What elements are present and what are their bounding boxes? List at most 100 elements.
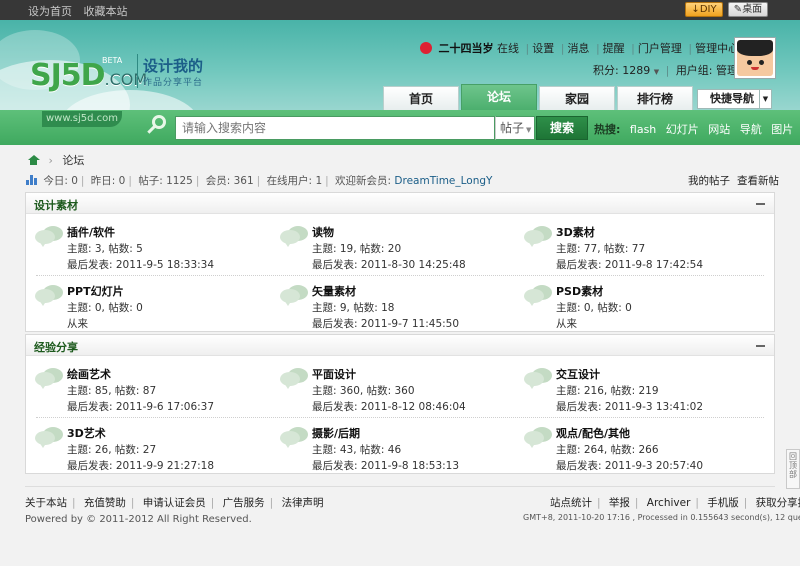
forum-bubble-icon bbox=[35, 226, 65, 250]
user-nav: 二十四当岁 在线 |设置 |消息 |提醒 |门户管理 |管理中心 |退出 bbox=[420, 40, 774, 56]
site-stats-link[interactable]: 站点统计 bbox=[550, 497, 592, 509]
forum-name-link[interactable]: 读物 bbox=[312, 224, 334, 240]
stat-online[interactable]: 在线用户: 1 bbox=[267, 175, 323, 187]
chevron-down-icon[interactable]: ▼ bbox=[654, 68, 659, 76]
home-icon[interactable] bbox=[28, 155, 40, 165]
site-logo[interactable]: SJ5D.COM bbox=[30, 58, 147, 93]
about-link[interactable]: 关于本站 bbox=[25, 497, 67, 509]
forum-name-link[interactable]: 观点/配色/其他 bbox=[556, 425, 630, 441]
forum-bubble-icon bbox=[524, 226, 554, 250]
online-status[interactable]: 在线 bbox=[497, 42, 519, 55]
forum-name-link[interactable]: 3D艺术 bbox=[67, 425, 106, 441]
avatar[interactable] bbox=[734, 37, 776, 79]
forum-name-link[interactable]: 摄影/后期 bbox=[312, 425, 360, 441]
report-link[interactable]: 举报 bbox=[609, 497, 630, 509]
forum-name-link[interactable]: PSD素材 bbox=[556, 283, 603, 299]
reminders-link[interactable]: 提醒 bbox=[603, 42, 625, 55]
site-slogan-sub: 作品分享平台 bbox=[143, 78, 204, 88]
breadcrumb-current[interactable]: 论坛 bbox=[62, 154, 84, 167]
forum-last-post-link[interactable]: 最后发表: 2011-9-7 11:45:50 bbox=[312, 316, 459, 331]
hot-word-link[interactable]: 幻灯片 bbox=[666, 123, 699, 136]
forum-last-post-link[interactable]: 最后发表: 2011-8-30 14:25:48 bbox=[312, 257, 466, 272]
row-divider bbox=[36, 275, 764, 276]
admin-center-link[interactable]: 管理中心 bbox=[695, 42, 739, 55]
forum-name-link[interactable]: 3D素材 bbox=[556, 224, 595, 240]
forum-last-post-text: 从来 bbox=[556, 318, 577, 330]
forum-last-post-link[interactable]: 最后发表: 2011-9-9 21:27:18 bbox=[67, 458, 214, 473]
forum-last-post-link[interactable]: 最后发表: 2011-9-3 13:41:02 bbox=[556, 399, 703, 414]
search-type-select[interactable]: 帖子 ▼ bbox=[495, 116, 535, 140]
forum-name-link[interactable]: 交互设计 bbox=[556, 366, 600, 382]
logo-divider bbox=[137, 54, 138, 88]
forum-last-post-link[interactable]: 最后发表: 2011-9-5 18:33:34 bbox=[67, 257, 214, 272]
user-info: 积分: 1289 ▼ | 用户组: 管理员 bbox=[593, 64, 750, 77]
forum-stats-text: 主题: 9, 帖数: 18 bbox=[312, 302, 395, 314]
footer-divider bbox=[25, 486, 775, 487]
nav-tab-ranking[interactable]: 排行榜 bbox=[617, 86, 693, 110]
forum-last-post-link[interactable]: 最后发表: 2011-9-8 18:53:13 bbox=[312, 458, 459, 473]
section-title[interactable]: 设计素材 bbox=[34, 197, 78, 213]
forum-name-link[interactable]: 矢量素材 bbox=[312, 283, 356, 299]
settings-link[interactable]: 设置 bbox=[532, 42, 554, 55]
forum-last-post-link[interactable]: 最后发表: 2011-9-8 17:42:54 bbox=[556, 257, 703, 272]
forum-stats-text: 主题: 0, 帖数: 0 bbox=[67, 302, 143, 314]
search-input[interactable] bbox=[175, 116, 495, 140]
diy-button[interactable]: ↓DIY bbox=[685, 2, 723, 17]
forum-name-link[interactable]: 绘画艺术 bbox=[67, 366, 111, 382]
forum-item: 绘画艺术 主题: 85, 帖数: 87 最后发表: 2011-9-6 17:06… bbox=[35, 366, 265, 418]
collapse-icon[interactable] bbox=[756, 203, 765, 205]
hot-word-link[interactable]: flash bbox=[630, 123, 656, 136]
mobile-link[interactable]: 手机版 bbox=[707, 497, 739, 509]
verify-member-link[interactable]: 申请认证会员 bbox=[143, 497, 206, 509]
forum-name-link[interactable]: PPT幻灯片 bbox=[67, 283, 124, 299]
search-icon bbox=[146, 115, 168, 137]
forum-stats-text: 主题: 264, 帖数: 266 bbox=[556, 444, 659, 456]
forum-last-post-text: 从来 bbox=[67, 318, 88, 330]
collapse-icon[interactable] bbox=[756, 345, 765, 347]
set-homepage-link[interactable]: 设为首页 bbox=[28, 5, 72, 18]
chevron-down-icon[interactable]: ▼ bbox=[759, 90, 771, 108]
beta-badge: BETA bbox=[102, 56, 123, 65]
forum-last-post-link[interactable]: 最后发表: 2011-9-3 20:57:40 bbox=[556, 458, 703, 473]
back-to-top-button[interactable]: 回顶部 bbox=[786, 449, 800, 489]
search-button[interactable]: 搜索 bbox=[536, 116, 588, 140]
ad-service-link[interactable]: 广告服务 bbox=[223, 497, 265, 509]
forum-item: 观点/配色/其他 主题: 264, 帖数: 266 最后发表: 2011-9-3… bbox=[524, 425, 754, 477]
portal-admin-link[interactable]: 门户管理 bbox=[638, 42, 682, 55]
hot-word-link[interactable]: 图片 bbox=[771, 123, 793, 136]
donate-link[interactable]: 充值赞助 bbox=[84, 497, 126, 509]
nav-tab-home[interactable]: 首页 bbox=[383, 86, 459, 110]
username-link[interactable]: 二十四当岁 bbox=[439, 42, 494, 55]
archiver-link[interactable]: Archiver bbox=[647, 497, 691, 509]
stat-today: 今日: 0 bbox=[43, 175, 78, 187]
my-posts-link[interactable]: 我的帖子 bbox=[688, 173, 730, 188]
bookmark-link[interactable]: 收藏本站 bbox=[84, 5, 128, 18]
hot-word-link[interactable]: 网站 bbox=[708, 123, 730, 136]
forum-item: 平面设计 主题: 360, 帖数: 360 最后发表: 2011-8-12 08… bbox=[280, 366, 510, 418]
desktop-button[interactable]: ✎桌面 bbox=[728, 2, 768, 17]
forum-stats-text: 主题: 19, 帖数: 20 bbox=[312, 243, 402, 255]
legal-link[interactable]: 法律声明 bbox=[282, 497, 324, 509]
share-button-link[interactable]: 获取分享按钮 bbox=[756, 497, 800, 509]
footer-right-links: 站点统计| 举报| Archiver| 手机版| 获取分享按钮 bbox=[550, 495, 800, 510]
new-posts-link[interactable]: 查看新帖 bbox=[737, 173, 779, 188]
forum-stats: 今日: 0 | 昨日: 0 | 帖子: 1125 | 会员: 361 | 在线用户: 1… bbox=[26, 173, 492, 188]
section-title[interactable]: 经验分享 bbox=[34, 339, 78, 355]
points-link[interactable]: 积分: 1289 bbox=[593, 64, 650, 77]
messages-link[interactable]: 消息 bbox=[567, 42, 589, 55]
new-member-link[interactable]: DreamTime_LongY bbox=[394, 175, 492, 187]
forum-name-link[interactable]: 平面设计 bbox=[312, 366, 356, 382]
section-header: 设计素材 bbox=[26, 193, 774, 214]
welcome-label: 欢迎新会员: bbox=[335, 175, 392, 187]
qq-penguin-icon bbox=[420, 42, 432, 54]
hot-word-link[interactable]: 导航 bbox=[740, 123, 762, 136]
forum-last-post-link[interactable]: 最后发表: 2011-9-6 17:06:37 bbox=[67, 399, 214, 414]
forum-last-post-link[interactable]: 最后发表: 2011-8-12 08:46:04 bbox=[312, 399, 466, 414]
nav-tab-space[interactable]: 家园 bbox=[539, 86, 615, 110]
forum-name-link[interactable]: 插件/软件 bbox=[67, 224, 115, 240]
top-links: 设为首页 收藏本站 bbox=[28, 3, 136, 19]
quick-nav-dropdown[interactable]: 快捷导航 ▼ bbox=[697, 89, 772, 109]
top-bar: 设为首页 收藏本站 ↓DIY ✎桌面 bbox=[0, 0, 800, 20]
stat-members: 会员: 361 bbox=[205, 175, 254, 187]
nav-tab-forum[interactable]: 论坛 bbox=[461, 84, 537, 110]
